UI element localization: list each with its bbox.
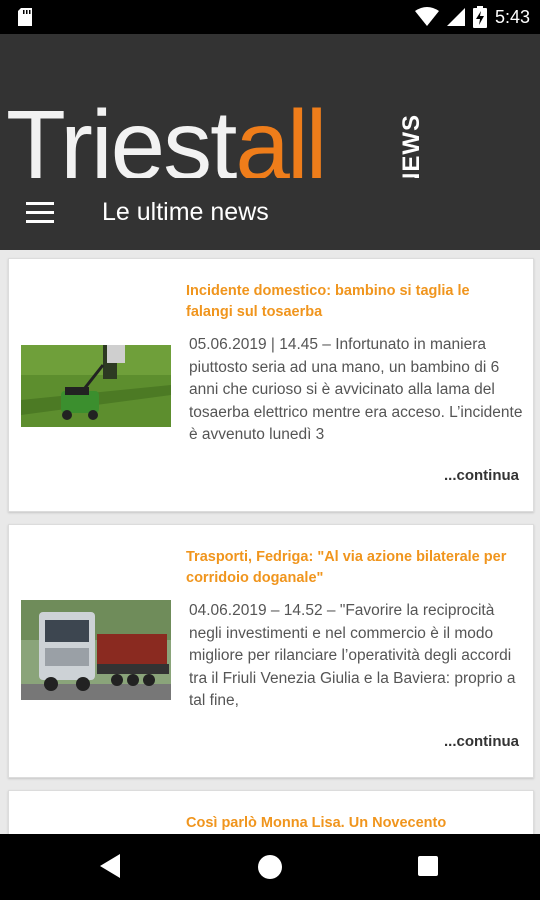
article-excerpt: 04.06.2019 – 14.52 – "Favorire la recipr… <box>189 602 516 709</box>
continue-link[interactable]: ...continua <box>444 467 519 484</box>
news-feed[interactable]: Incidente domestico: bambino si taglia l… <box>0 250 540 834</box>
status-bar: 5:43 <box>0 0 540 34</box>
hamburger-menu-icon[interactable] <box>26 202 54 224</box>
back-icon[interactable] <box>100 854 120 878</box>
article-title[interactable]: Così parlò Monna Lisa. Un Novecento <box>186 813 516 834</box>
status-time: 5:43 <box>494 6 530 27</box>
continue-link[interactable]: ...continua <box>444 733 519 750</box>
lawn-mower-image[interactable] <box>21 345 171 427</box>
article-card[interactable]: Così parlò Monna Lisa. Un Novecento <box>8 790 534 834</box>
brand-header: Triest all NEWS <box>0 34 540 194</box>
sd-card-icon <box>18 8 32 26</box>
home-icon[interactable] <box>258 855 282 879</box>
wifi-icon <box>414 7 439 26</box>
page-title: Le ultime news <box>102 198 269 226</box>
app-bar: Le ultime news <box>0 178 540 250</box>
article-excerpt: 05.06.2019 | 14.45 – Infortunato in mani… <box>189 336 523 443</box>
signal-icon <box>446 8 465 26</box>
article-card[interactable]: Trasporti, Fedriga: "Al via azione bilat… <box>8 524 534 778</box>
triesteall-logo: Triest all NEWS <box>6 70 425 194</box>
system-navigation-bar <box>0 834 540 900</box>
article-title[interactable]: Trasporti, Fedriga: "Al via azione bilat… <box>186 547 516 589</box>
recent-apps-icon[interactable] <box>418 856 438 876</box>
battery-charging-icon <box>472 6 487 28</box>
truck-image[interactable] <box>21 600 171 700</box>
article-title[interactable]: Incidente domestico: bambino si taglia l… <box>186 281 516 323</box>
article-card[interactable]: Incidente domestico: bambino si taglia l… <box>8 258 534 512</box>
status-icons: 5:43 <box>414 5 530 29</box>
